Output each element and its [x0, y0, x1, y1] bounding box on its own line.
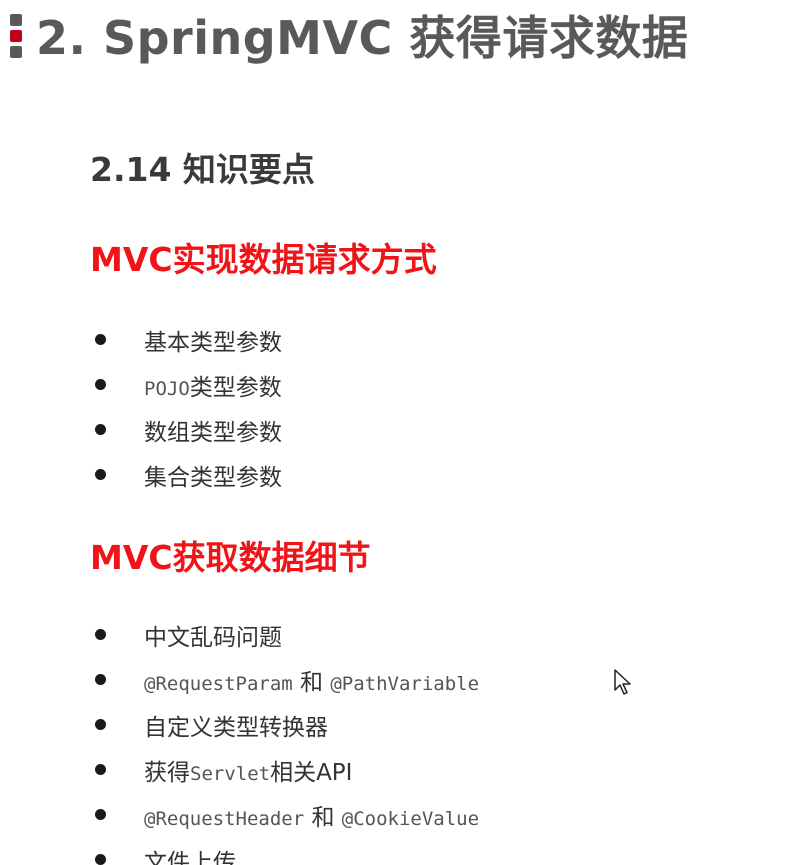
bullet-dot-icon — [95, 809, 106, 820]
list-item: 文件上传 — [95, 837, 479, 865]
list-item-text: 数组类型参数 — [144, 419, 282, 446]
slide-page: 2. SpringMVC 获得请求数据 2.14 知识要点 MVC实现数据请求方… — [0, 0, 801, 865]
list-item-text: 获得Servlet相关API — [144, 753, 352, 787]
list-item-text: @RequestParam 和 @PathVariable — [144, 663, 479, 697]
list-item: @RequestParam 和 @PathVariable — [95, 657, 479, 702]
bullet-dot-icon — [95, 379, 106, 390]
list-item: POJO类型参数 — [95, 362, 282, 407]
subheading-data-details: MVC获取数据细节 — [90, 538, 371, 577]
data-details-list: 中文乱码问题 @RequestParam 和 @PathVariable 自定义… — [95, 612, 479, 865]
list-item-text: 中文乱码问题 — [144, 624, 282, 651]
joiner-text: 和 — [304, 804, 342, 831]
slide-title-marker-icon — [10, 14, 22, 58]
slide-title: 2. SpringMVC 获得请求数据 — [36, 11, 689, 65]
list-item-text: 基本类型参数 — [144, 329, 282, 356]
code-text: POJO — [144, 377, 190, 400]
bullet-dot-icon — [95, 719, 106, 730]
list-item: @RequestHeader 和 @CookieValue — [95, 792, 479, 837]
list-item: 中文乱码问题 — [95, 612, 479, 657]
code-text: @RequestHeader — [144, 807, 305, 830]
list-item: 集合类型参数 — [95, 452, 282, 497]
bullet-dot-icon — [95, 629, 106, 640]
code-text: @PathVariable — [330, 672, 480, 695]
section-heading: 2.14 知识要点 — [90, 150, 315, 189]
bullet-dot-icon — [95, 854, 106, 865]
list-item-text: 文件上传 — [144, 849, 236, 865]
list-item: 数组类型参数 — [95, 407, 282, 452]
bullet-dot-icon — [95, 674, 106, 685]
list-item-text: POJO类型参数 — [144, 368, 282, 402]
bullet-dot-icon — [95, 334, 106, 345]
list-item-prefix: 获得 — [144, 759, 190, 786]
bullet-dot-icon — [95, 469, 106, 480]
list-item: 基本类型参数 — [95, 317, 282, 362]
list-item-suffix: 相关API — [270, 759, 353, 786]
bullet-dot-icon — [95, 424, 106, 435]
code-text: @RequestParam — [144, 672, 293, 695]
list-item-text: @RequestHeader 和 @CookieValue — [144, 798, 479, 832]
code-text: Servlet — [190, 762, 271, 785]
code-text: @CookieValue — [341, 807, 480, 830]
list-item: 获得Servlet相关API — [95, 747, 479, 792]
list-item: 自定义类型转换器 — [95, 702, 479, 747]
request-methods-list: 基本类型参数 POJO类型参数 数组类型参数 集合类型参数 — [95, 317, 282, 497]
slide-title-bar: 2. SpringMVC 获得请求数据 — [10, 0, 688, 70]
mouse-cursor-icon — [614, 669, 631, 695]
list-item-text: 集合类型参数 — [144, 464, 282, 491]
list-item-text: 自定义类型转换器 — [144, 714, 328, 741]
subheading-request-methods: MVC实现数据请求方式 — [90, 240, 437, 279]
list-item-text-suffix: 类型参数 — [189, 374, 282, 401]
joiner-text: 和 — [292, 669, 331, 696]
bullet-dot-icon — [95, 764, 106, 775]
